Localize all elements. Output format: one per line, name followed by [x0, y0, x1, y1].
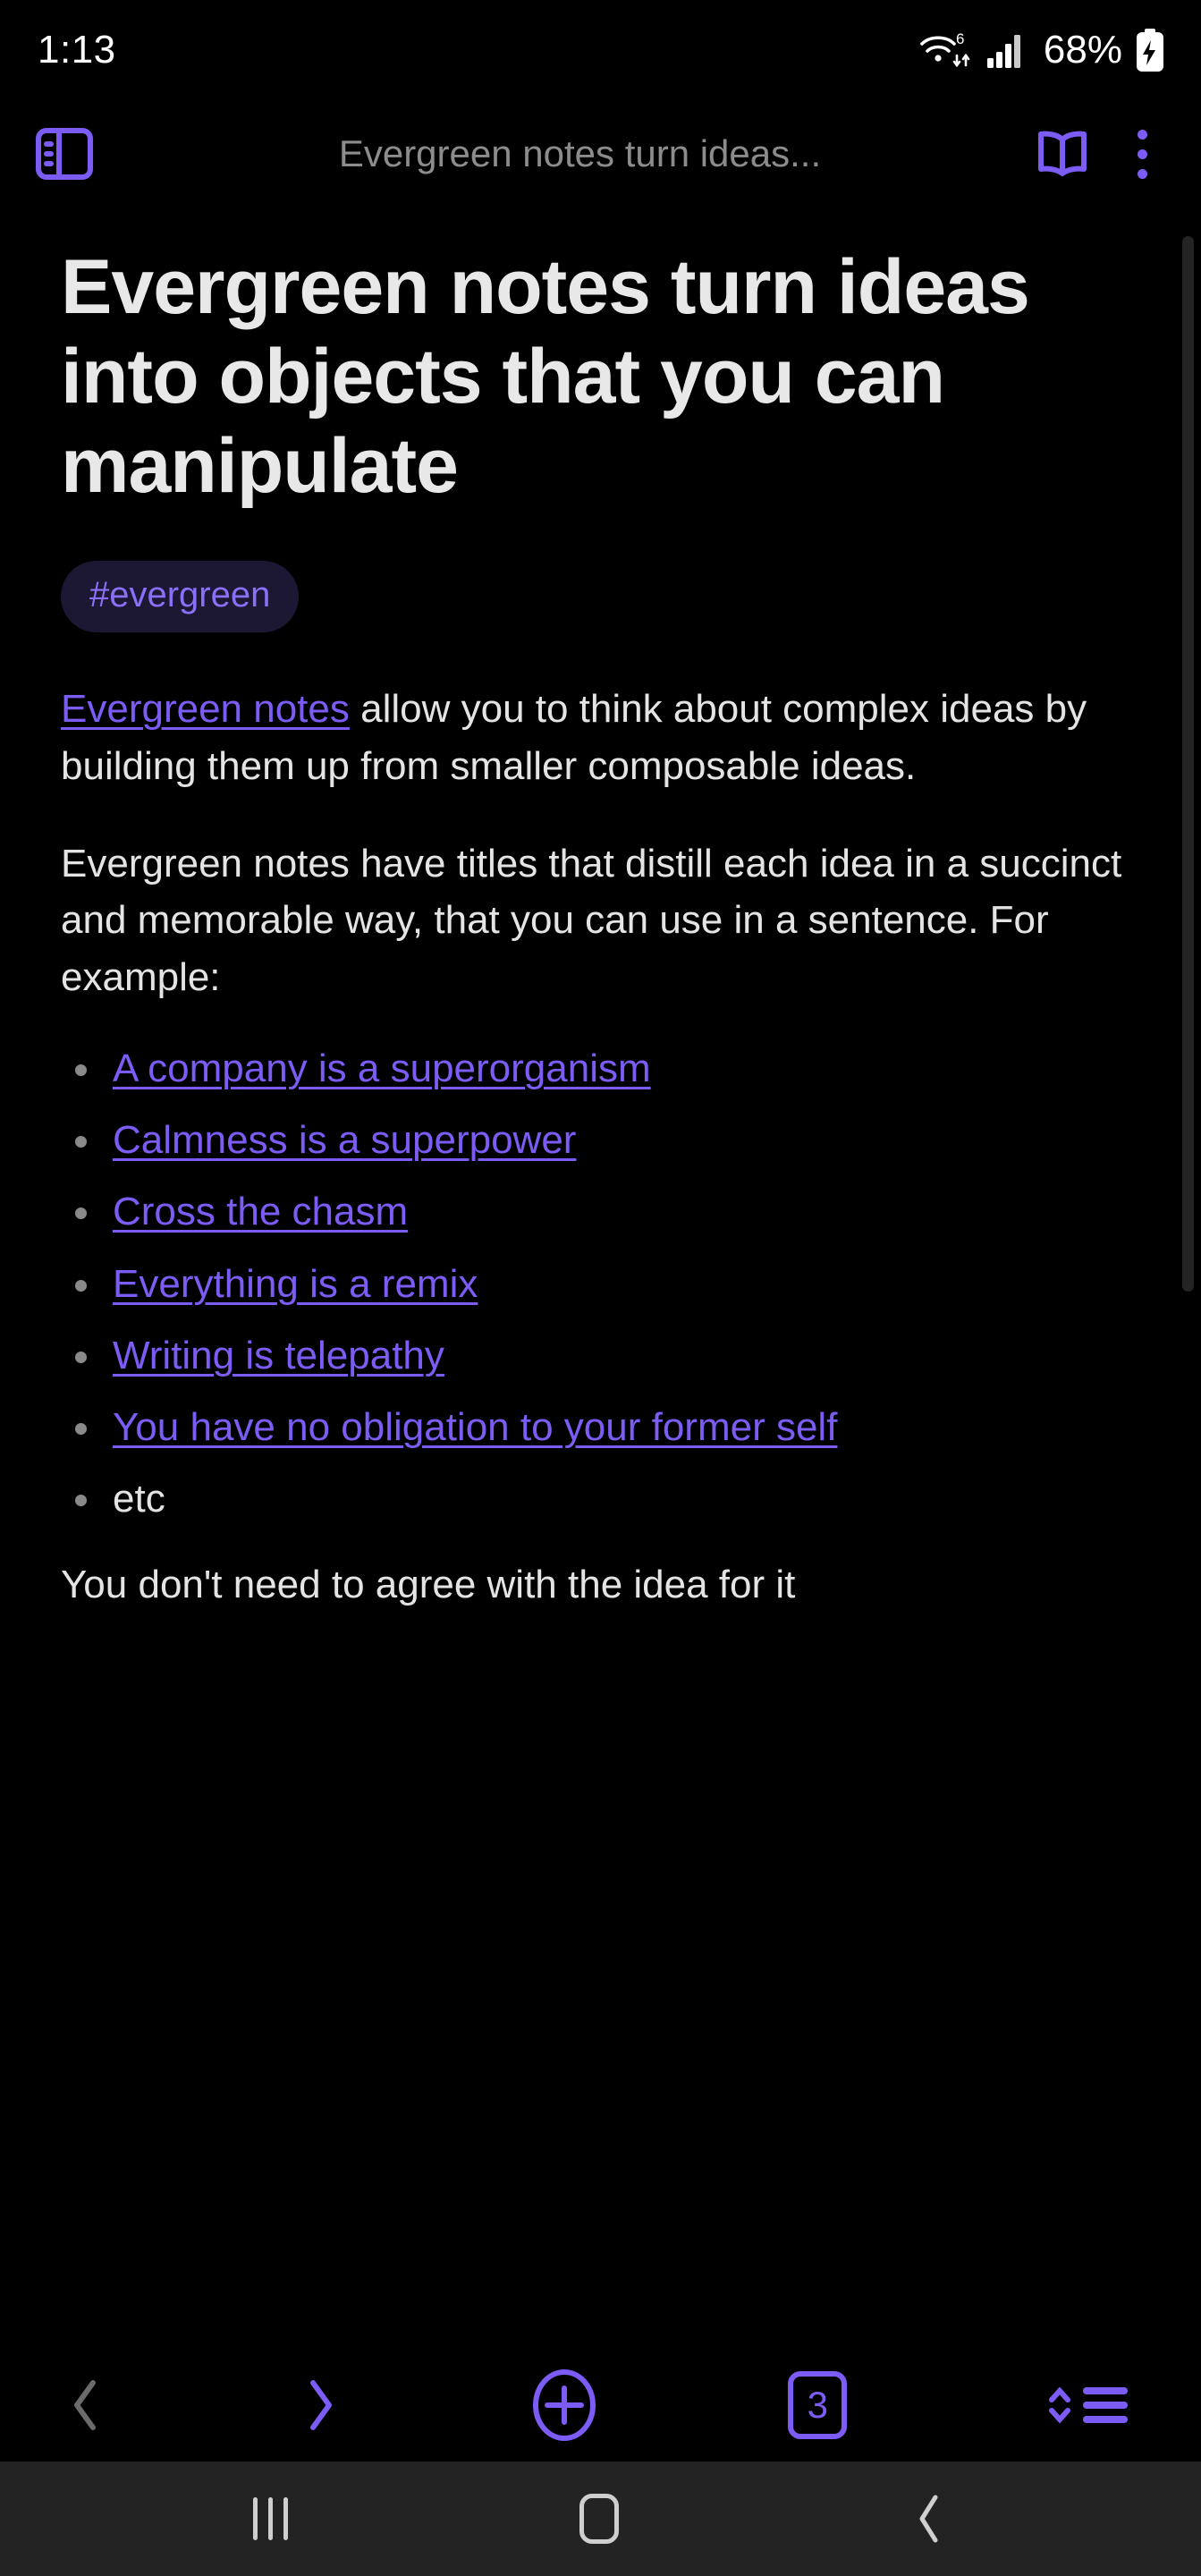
sort-button[interactable] [1038, 2376, 1131, 2435]
status-bar: 1:13 6 68% [0, 0, 1201, 100]
note-title-breadcrumb: Evergreen notes turn ideas... [338, 132, 822, 174]
tab-switcher-button[interactable]: 3 [788, 2371, 848, 2439]
battery-charging-icon [1135, 29, 1165, 72]
link-everything-is-a-remix[interactable]: Everything is a remix [113, 1262, 478, 1306]
tab-count-badge: 3 [788, 2371, 848, 2439]
app-toolbar: Evergreen notes turn ideas... [0, 100, 1201, 208]
tag-row: #evergreen [61, 561, 1129, 633]
note-content: Evergreen notes turn ideas into objects … [0, 208, 1201, 1614]
home-icon [579, 2494, 619, 2544]
battery-percent-label: 68% [1043, 28, 1122, 72]
bottom-toolbar: 3 [0, 2349, 1201, 2462]
paragraph-2: Evergreen notes have titles that distill… [61, 841, 1122, 999]
navigate-back-button[interactable] [66, 2377, 107, 2433]
tag-evergreen[interactable]: #evergreen [61, 561, 300, 633]
cellular-signal-icon [986, 31, 1028, 69]
chevron-left-icon [66, 2377, 107, 2433]
android-back-icon [910, 2491, 948, 2546]
paragraph-3-partial: You don't need to agree with the idea fo… [61, 1563, 796, 1607]
content-fade-overlay [0, 2313, 1201, 2349]
example-list: A company is a superorganism Calmness is… [61, 1043, 1129, 1524]
android-recents-button[interactable] [253, 2497, 288, 2540]
sidebar-panel-icon [36, 127, 93, 181]
recents-icon [253, 2497, 288, 2540]
note-scroll-area[interactable]: Evergreen notes turn ideas into objects … [0, 208, 1201, 2349]
list-item: You have no obligation to your former se… [61, 1402, 1129, 1453]
status-clock: 1:13 [38, 28, 116, 72]
note-heading: Evergreen notes turn ideas into objects … [61, 244, 1030, 509]
link-evergreen-notes[interactable]: Evergreen notes [61, 687, 350, 731]
link-calmness-is-a-superpower[interactable]: Calmness is a superpower [113, 1118, 576, 1162]
phone-screen: 1:13 6 68% Evergreen notes turn ideas...… [0, 0, 1201, 2576]
list-item-etc: etc [113, 1477, 165, 1521]
status-indicators: 6 68% [918, 29, 1165, 72]
android-back-button[interactable] [910, 2491, 948, 2546]
overflow-menu-button[interactable] [1115, 118, 1169, 190]
list-item: Everything is a remix [61, 1258, 1129, 1309]
paragraph-1: Evergreen notes allow you to think about… [61, 681, 1129, 794]
android-navigation-bar [0, 2462, 1201, 2576]
wifi-6-icon: 6 [918, 29, 974, 72]
link-writing-is-telepathy[interactable]: Writing is telepathy [113, 1334, 444, 1377]
sort-list-icon [1038, 2376, 1131, 2435]
list-item: Calmness is a superpower [61, 1114, 1129, 1165]
kebab-menu-icon [1137, 129, 1147, 179]
android-home-button[interactable] [579, 2494, 619, 2544]
plus-circle-icon [531, 2368, 597, 2442]
open-book-icon [1035, 128, 1090, 180]
reading-mode-button[interactable] [1035, 128, 1090, 180]
chevron-right-icon [299, 2377, 340, 2433]
list-item: Writing is telepathy [61, 1330, 1129, 1381]
list-item: etc [61, 1473, 1129, 1524]
new-note-button[interactable] [531, 2368, 597, 2442]
navigate-forward-button[interactable] [299, 2377, 340, 2433]
svg-text:6: 6 [956, 30, 964, 47]
list-item: Cross the chasm [61, 1186, 1129, 1237]
link-a-company-is-a-superorganism[interactable]: A company is a superorganism [113, 1046, 651, 1090]
link-cross-the-chasm[interactable]: Cross the chasm [113, 1190, 408, 1233]
sidebar-toggle-button[interactable] [36, 127, 93, 181]
link-you-have-no-obligation-to-your-former-self[interactable]: You have no obligation to your former se… [113, 1405, 837, 1449]
list-item: A company is a superorganism [61, 1043, 1129, 1094]
